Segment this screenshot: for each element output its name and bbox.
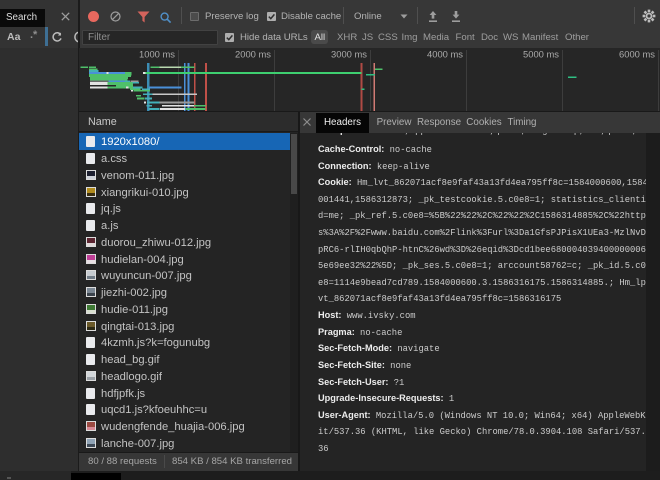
svg-text:6000 ms: 6000 ms <box>619 49 655 60</box>
svg-text:3000 ms: 3000 ms <box>331 49 367 60</box>
svg-text:2000 ms: 2000 ms <box>235 49 271 60</box>
svg-text:1000 ms: 1000 ms <box>139 49 175 60</box>
svg-text:5000 ms: 5000 ms <box>523 49 559 60</box>
svg-text:4000 ms: 4000 ms <box>427 49 463 60</box>
